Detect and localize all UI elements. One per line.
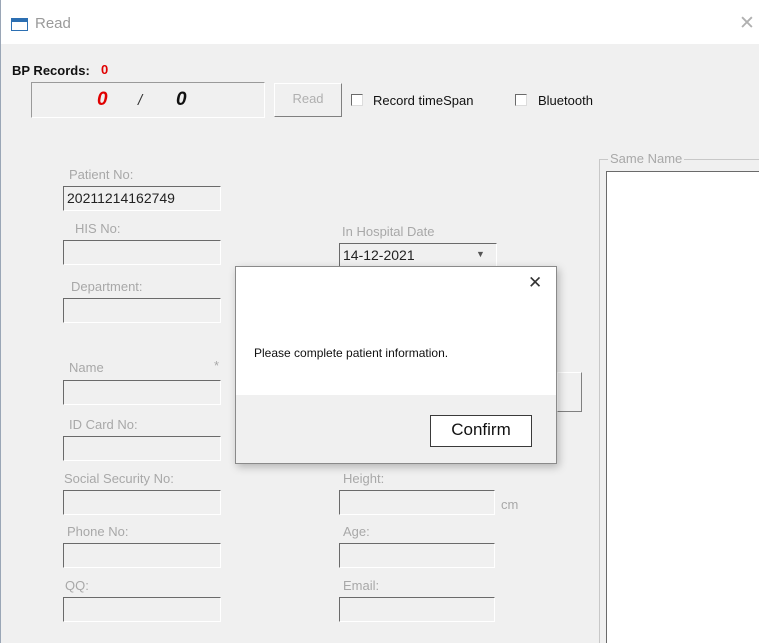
dropdown-arrow-icon[interactable]: ▼ [476, 249, 485, 259]
height-field[interactable] [339, 490, 495, 515]
patient-no-label: Patient No: [69, 167, 134, 182]
close-icon[interactable]: ✕ [739, 14, 755, 33]
window-icon [11, 18, 28, 31]
email-label: Email: [343, 578, 380, 593]
his-no-label: HIS No: [75, 221, 121, 236]
close-icon[interactable]: ✕ [528, 273, 542, 293]
read-button[interactable]: Read [274, 83, 342, 117]
same-name-label: Same Name [608, 151, 685, 166]
message-dialog: ✕ Please complete patient information. C… [235, 266, 557, 464]
phone-label: Phone No: [67, 524, 129, 539]
title-bar: Read ✕ [1, 0, 759, 44]
social-security-field[interactable] [63, 490, 221, 515]
name-field[interactable] [63, 380, 221, 405]
bp-records-count: 0 [101, 62, 109, 77]
phone-field[interactable] [63, 543, 221, 568]
qq-label: QQ: [65, 578, 89, 593]
height-unit: cm [501, 497, 519, 512]
bluetooth-checkbox[interactable] [515, 94, 527, 106]
patient-no-value: 20211214162749 [67, 190, 175, 206]
id-card-field[interactable] [63, 436, 221, 461]
his-no-field[interactable] [63, 240, 221, 265]
social-security-label: Social Security No: [64, 471, 174, 486]
window-title: Read [35, 15, 71, 32]
name-required-mark: * [214, 358, 220, 373]
bp-records-label: BP Records: [12, 63, 90, 78]
record-timespan-label: Record timeSpan [373, 93, 474, 108]
total-record-number: 0 [176, 89, 187, 110]
read-window: Read ✕ BP Records: 0 0 / 0 Read Record t… [0, 0, 759, 643]
name-label: Name [69, 360, 104, 375]
department-label: Department: [71, 279, 143, 294]
department-field[interactable] [63, 298, 221, 323]
in-hospital-date-label: In Hospital Date [342, 224, 435, 239]
confirm-button[interactable]: Confirm [430, 415, 532, 447]
qq-field[interactable] [63, 597, 221, 622]
bluetooth-label: Bluetooth [538, 93, 593, 108]
patient-no-field[interactable]: 20211214162749 [63, 186, 221, 211]
dialog-footer: Confirm [236, 395, 556, 463]
email-field[interactable] [339, 597, 495, 622]
id-card-label: ID Card No: [69, 417, 138, 432]
hidden-search-button[interactable] [557, 372, 582, 412]
record-counter-panel: 0 / 0 [31, 82, 265, 118]
current-record-number: 0 [97, 89, 108, 110]
record-timespan-checkbox[interactable] [351, 94, 363, 106]
in-hospital-date-value: 14-12-2021 [343, 247, 415, 263]
age-field[interactable] [339, 543, 495, 568]
same-name-list[interactable] [606, 171, 759, 643]
height-label: Height: [343, 471, 385, 486]
age-label: Age: [343, 524, 370, 539]
dialog-message: Please complete patient information. [254, 346, 449, 360]
record-separator: / [138, 92, 143, 109]
in-hospital-date-picker[interactable]: 14-12-2021 ▼ [339, 243, 497, 267]
